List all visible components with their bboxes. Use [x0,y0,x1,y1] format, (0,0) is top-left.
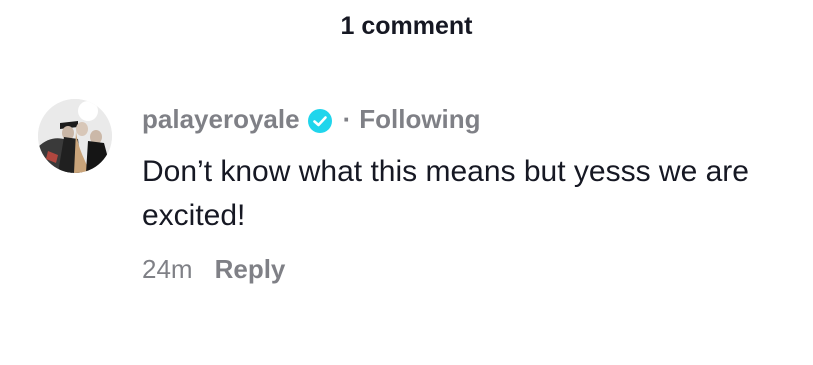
username-link[interactable]: palayeroyale [142,100,300,138]
separator-dot: · [342,104,352,134]
avatar-image [38,99,112,173]
comment-meta: palayeroyale · Following [142,100,792,138]
verified-check-icon [307,106,333,133]
comments-header-title: 1 comment [340,12,473,40]
reply-button[interactable]: Reply [215,250,286,288]
comment-footer: 24m Reply [142,250,792,288]
comment-timestamp: 24m [142,254,193,284]
comment-body: palayeroyale · Following Don’t know what… [142,100,792,288]
following-status: Following [359,104,481,134]
comment-text: Don’t know what this means but yesss we … [142,155,749,232]
avatar[interactable] [38,99,112,173]
